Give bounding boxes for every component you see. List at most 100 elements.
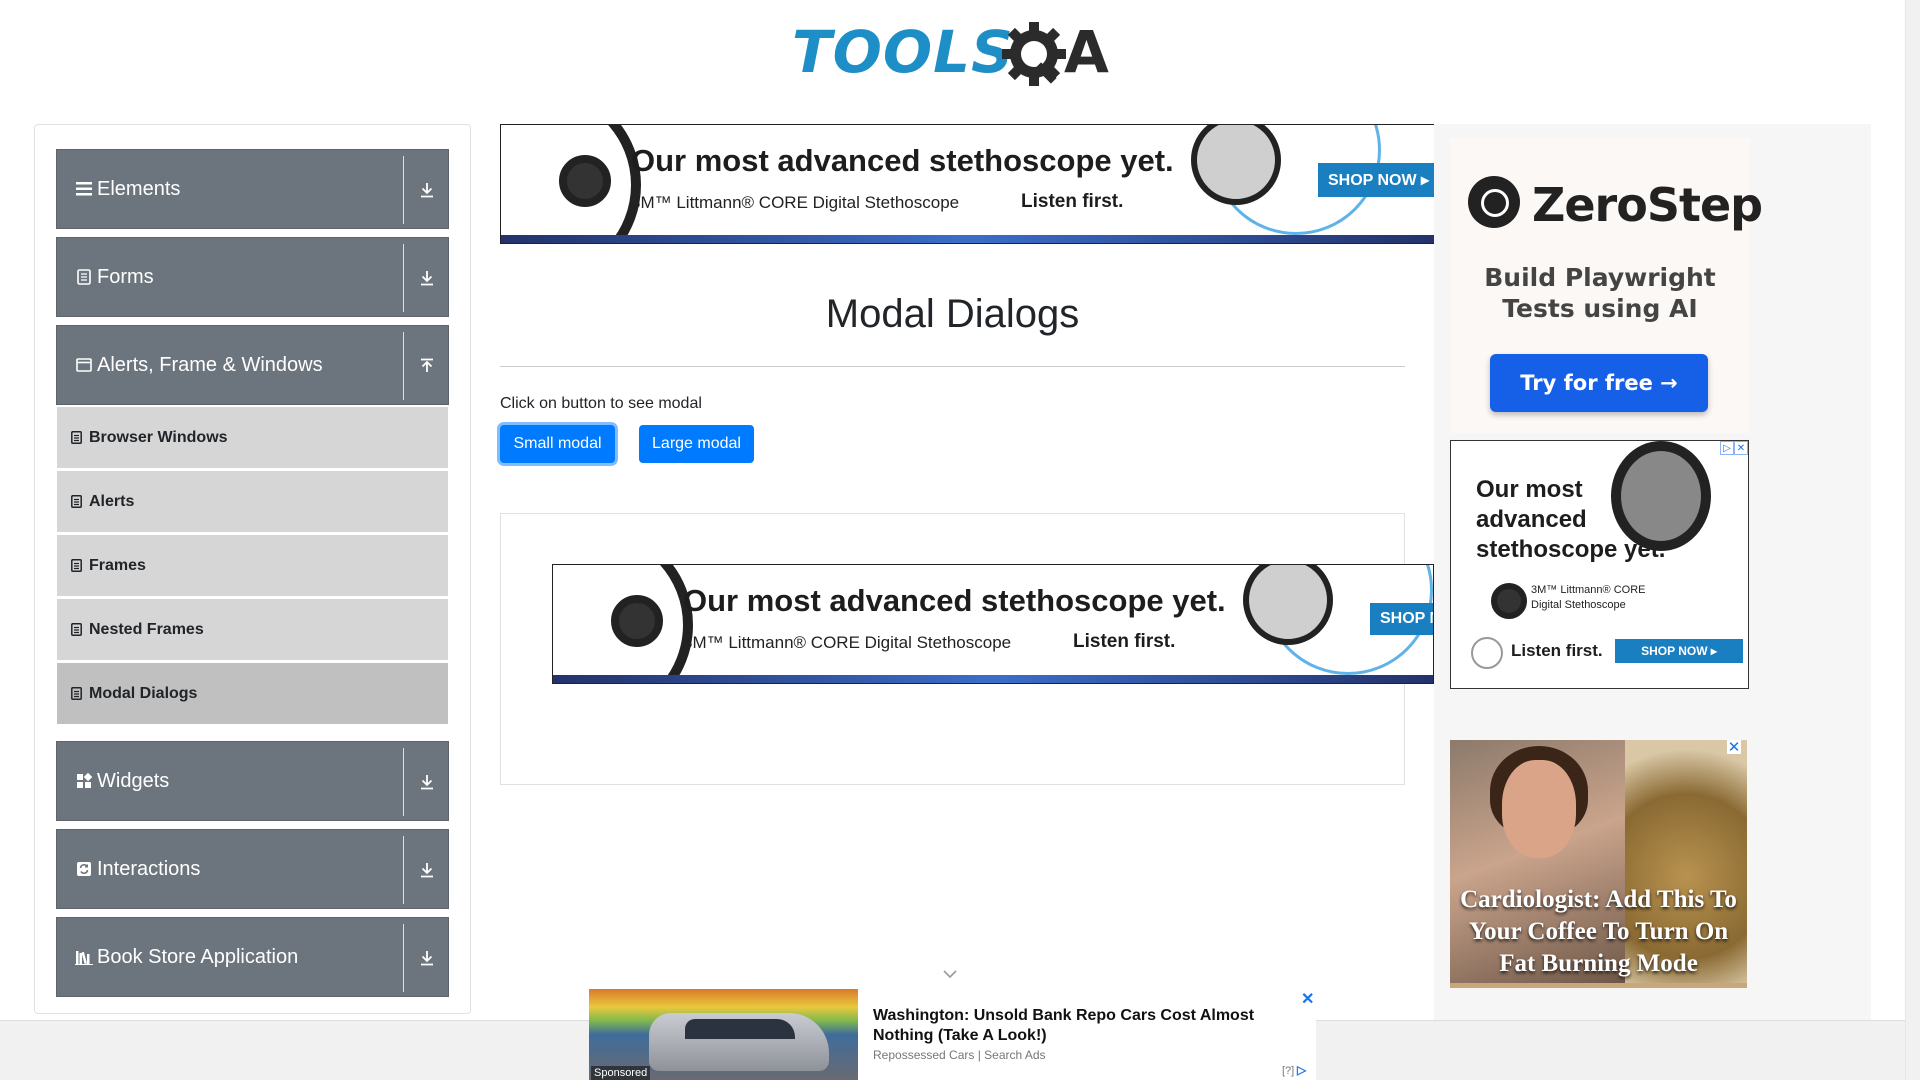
- gear-icon: [1002, 22, 1066, 86]
- ad-help-link[interactable]: [?]: [1282, 1065, 1294, 1077]
- divider: [403, 836, 404, 904]
- stethoscope-chestpiece: [611, 595, 663, 647]
- logo-text: TOOLS: [792, 18, 1014, 86]
- sidebar-group-label: Alerts, Frame & Windows: [97, 353, 323, 376]
- large-modal-button[interactable]: Large modal: [639, 425, 754, 463]
- sponsored-label: Sponsored: [591, 1066, 651, 1080]
- ad-subline-line: Digital Stethoscope: [1531, 599, 1626, 611]
- ad-subline: 3M™ Littmann® CORE Digital Stethoscope: [683, 633, 1012, 652]
- ad-listen: Listen first.: [1021, 191, 1124, 212]
- document-icon: [71, 559, 83, 573]
- sidebar-group-forms[interactable]: Forms: [56, 237, 449, 317]
- shop-now-button[interactable]: SHOP NOW ▸: [1318, 163, 1434, 197]
- zerostep-tagline: Build Playwright Tests using AI: [1450, 262, 1750, 324]
- document-icon: [71, 623, 83, 637]
- adchoices-controls[interactable]: ▷ ✕: [1720, 441, 1748, 455]
- zerostep-ad[interactable]: ZeroStep Build Playwright Tests using AI…: [1450, 138, 1763, 433]
- sidebar-item-browser-windows[interactable]: Browser Windows: [57, 407, 448, 469]
- stethoscope-square-ad[interactable]: ▷ ✕ Our most advanced stethoscope yet. 3…: [1450, 440, 1749, 689]
- ad-bottom-strip: [501, 235, 1434, 243]
- sidebar-item-label: Nested Frames: [89, 620, 204, 638]
- download-icon[interactable]: [413, 944, 441, 972]
- close-icon[interactable]: ✕: [1727, 740, 1741, 756]
- divider: [403, 156, 404, 224]
- face: [1502, 760, 1576, 858]
- sidebar-item-label: Browser Windows: [89, 428, 228, 446]
- shop-now-button[interactable]: SHOP NOW ▸: [1615, 639, 1743, 663]
- ad-subline: 3M™ Littmann® CORE Digital Stethoscope: [631, 193, 960, 212]
- sticky-bottom-ad[interactable]: Sponsored Washington: Unsold Bank Repo C…: [589, 989, 1316, 1080]
- divider: [403, 924, 404, 992]
- ad-source: Repossessed Cars | Search Ads: [873, 1048, 1046, 1062]
- page-title: Modal Dialogs: [825, 292, 1080, 336]
- books-icon: [75, 948, 93, 966]
- sidebar-item-label: Modal Dialogs: [89, 684, 198, 702]
- document-icon: [71, 687, 83, 701]
- ad-subline: 3M™ Littmann® CORE Digital Stethoscope: [1531, 583, 1645, 613]
- scrollbar[interactable]: [1905, 0, 1920, 1080]
- adchoices-icon[interactable]: ▷: [1297, 1063, 1311, 1077]
- header: TOOLS A: [0, 0, 1905, 100]
- grid-icon: [75, 772, 93, 790]
- ad-listen: Listen first.: [1511, 641, 1603, 660]
- divider: [500, 366, 1405, 367]
- upload-icon[interactable]: [413, 352, 441, 380]
- small-modal-button[interactable]: Small modal: [500, 425, 615, 463]
- close-icon[interactable]: ✕: [1734, 441, 1748, 455]
- ad-headline: Our most advanced stethoscope yet.: [631, 143, 1174, 178]
- sidebar-group-label: Widgets: [97, 769, 170, 792]
- sidebar-group-interactions[interactable]: Interactions: [56, 829, 449, 909]
- coffee-ad[interactable]: ✕ Cardiologist: Add This To Your Coffee …: [1450, 740, 1747, 988]
- zerostep-tagline-line: Build Playwright: [1484, 263, 1716, 292]
- shop-now-button[interactable]: SHOP N: [1370, 603, 1433, 635]
- adchoices-icon[interactable]: ▷: [1720, 441, 1734, 455]
- stethoscope-device: [1611, 441, 1711, 551]
- sidebar-group-label: Forms: [97, 265, 154, 288]
- divider: [403, 332, 404, 400]
- stethoscope-chestpiece: [559, 155, 611, 207]
- document-icon: [75, 268, 93, 286]
- zerostep-name: ZeroStep: [1532, 178, 1763, 232]
- chevron-down-icon[interactable]: [942, 968, 958, 980]
- ad-bottom-strip: [553, 675, 1433, 683]
- download-icon[interactable]: [413, 768, 441, 796]
- interactions-icon: [75, 860, 93, 878]
- zerostep-logo-icon: [1468, 176, 1520, 228]
- sidebar-group-alerts-frame-windows[interactable]: Alerts, Frame & Windows: [56, 325, 449, 405]
- download-icon[interactable]: [413, 856, 441, 884]
- ad-bottom-bar: [1450, 983, 1747, 988]
- sidebar-item-label: Frames: [89, 556, 146, 574]
- download-icon[interactable]: [413, 264, 441, 292]
- stethoscope-banner-ad-2[interactable]: Our most advanced stethoscope yet. 3M™ L…: [552, 564, 1434, 684]
- sidebar-group-book-store-application[interactable]: Book Store Application: [56, 917, 449, 997]
- sidebar-group-widgets[interactable]: Widgets: [56, 741, 449, 821]
- divider: [403, 748, 404, 816]
- ad-title[interactable]: Washington: Unsold Bank Repo Cars Cost A…: [873, 1006, 1273, 1046]
- sidebar-group-label: Book Store Application: [97, 945, 299, 968]
- car-photo: Sponsored: [589, 989, 858, 1080]
- ad-listen: Listen first.: [1073, 631, 1176, 652]
- toolsqa-logo[interactable]: TOOLS A: [792, 14, 1116, 90]
- ad-headline: Our most advanced stethoscope yet.: [683, 583, 1226, 618]
- download-icon[interactable]: [413, 176, 441, 204]
- stethoscope-banner-ad[interactable]: Our most advanced stethoscope yet. 3M™ L…: [500, 124, 1435, 244]
- zerostep-tagline-line: Tests using AI: [1502, 294, 1698, 323]
- sidebar-item-modal-dialogs[interactable]: Modal Dialogs: [57, 663, 448, 725]
- sidebar-item-nested-frames[interactable]: Nested Frames: [57, 599, 448, 661]
- littmann-logo-icon: [1471, 637, 1503, 669]
- ad-subline-line: 3M™ Littmann® CORE: [1531, 584, 1646, 596]
- sidebar-group-elements[interactable]: Elements: [56, 149, 449, 229]
- sidebar-item-label: Alerts: [89, 492, 135, 510]
- stethoscope-chestpiece: [1491, 583, 1527, 619]
- car-window: [685, 1019, 795, 1039]
- sidebar-group-label: Elements: [97, 177, 181, 200]
- logo-qa-text: A: [1064, 18, 1109, 86]
- divider: [403, 244, 404, 312]
- sidebar-item-alerts[interactable]: Alerts: [57, 471, 448, 533]
- close-icon[interactable]: ✕: [1301, 989, 1314, 1009]
- sidebar-item-frames[interactable]: Frames: [57, 535, 448, 597]
- window-icon: [75, 356, 93, 374]
- try-for-free-button[interactable]: Try for free →: [1490, 354, 1708, 412]
- document-icon: [71, 431, 83, 445]
- hamburger-icon: [75, 180, 93, 198]
